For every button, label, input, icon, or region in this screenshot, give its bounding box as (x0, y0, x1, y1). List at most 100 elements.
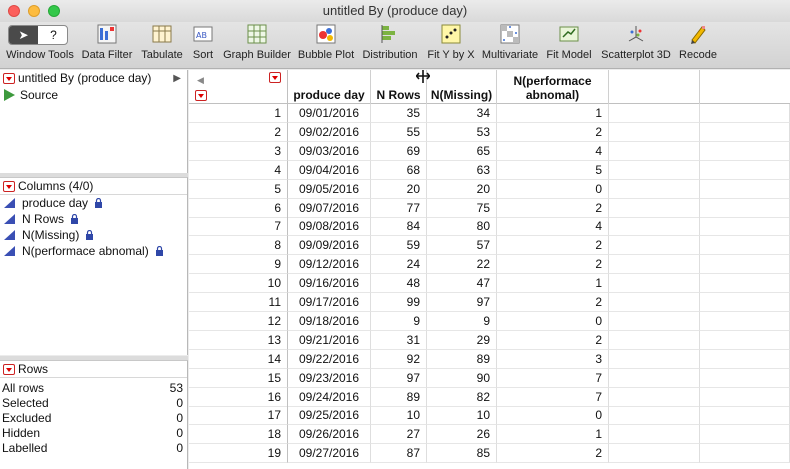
cell-n-rows[interactable]: 92 (371, 349, 427, 369)
cell-empty[interactable] (700, 330, 790, 350)
fit-model-button[interactable]: Fit Model (544, 23, 594, 67)
cell-n-rows[interactable]: 99 (371, 293, 427, 312)
cell-n-missing[interactable]: 82 (427, 387, 497, 407)
cell-produce-day[interactable]: 09/18/2016 (288, 311, 371, 331)
cell-n-missing[interactable]: 20 (427, 179, 497, 199)
cell-empty[interactable] (700, 160, 790, 180)
cell-empty[interactable] (609, 255, 700, 275)
cell-produce-day[interactable]: 09/09/2016 (288, 236, 371, 256)
cell-produce-day[interactable]: 09/25/2016 (288, 406, 371, 426)
cell-n-performace-abnomal[interactable]: 2 (497, 122, 609, 142)
cell-n-missing[interactable]: 75 (427, 198, 497, 218)
cell-empty[interactable] (609, 217, 700, 237)
cell-empty[interactable] (700, 122, 790, 142)
cell-produce-day[interactable]: 09/01/2016 (288, 104, 371, 123)
lock-icon[interactable] (94, 198, 103, 208)
window-tools-button[interactable]: Window Tools (4, 23, 76, 67)
cell-n-performace-abnomal[interactable]: 2 (497, 255, 609, 275)
cell-n-rows[interactable]: 35 (371, 104, 427, 123)
collapse-left-icon[interactable]: ◀ (197, 73, 204, 87)
fit-y-by-x-button[interactable]: Fit Y by X (424, 23, 478, 67)
row-number[interactable]: 6 (189, 198, 288, 218)
row-number[interactable]: 4 (189, 160, 288, 180)
cell-produce-day[interactable]: 09/07/2016 (288, 198, 371, 218)
cell-empty[interactable] (609, 179, 700, 199)
sort-button[interactable]: AB Sort (188, 23, 218, 67)
row-number[interactable]: 7 (189, 217, 288, 237)
distribution-button[interactable]: Distribution (360, 23, 420, 67)
cell-empty[interactable] (700, 274, 790, 294)
column-item-produce-day[interactable]: produce day (0, 195, 187, 211)
cell-n-performace-abnomal[interactable]: 2 (497, 236, 609, 256)
cell-n-rows[interactable]: 31 (371, 330, 427, 350)
row-number[interactable]: 3 (189, 141, 288, 161)
cell-empty[interactable] (700, 349, 790, 369)
cell-produce-day[interactable]: 09/24/2016 (288, 387, 371, 407)
lock-icon[interactable] (70, 214, 79, 224)
cell-n-missing[interactable]: 85 (427, 444, 497, 464)
cell-n-missing[interactable]: 57 (427, 236, 497, 256)
cell-empty[interactable] (700, 311, 790, 331)
cell-n-performace-abnomal[interactable]: 5 (497, 160, 609, 180)
cell-empty[interactable] (609, 311, 700, 331)
cell-produce-day[interactable]: 09/17/2016 (288, 293, 371, 312)
source-script[interactable]: Source (0, 87, 187, 103)
column-header-produce-day[interactable]: produce day (288, 70, 371, 104)
cell-produce-day[interactable]: 09/02/2016 (288, 122, 371, 142)
cell-empty[interactable] (609, 293, 700, 312)
cell-n-performace-abnomal[interactable]: 4 (497, 217, 609, 237)
columns-menu-icon[interactable] (3, 181, 15, 192)
cell-n-missing[interactable]: 10 (427, 406, 497, 426)
cell-n-missing[interactable]: 26 (427, 425, 497, 445)
cell-n-missing[interactable]: 80 (427, 217, 497, 237)
cell-produce-day[interactable]: 09/05/2016 (288, 179, 371, 199)
cell-n-performace-abnomal[interactable]: 2 (497, 330, 609, 350)
cell-n-missing[interactable]: 34 (427, 104, 497, 123)
cell-n-rows[interactable]: 87 (371, 444, 427, 464)
row-number[interactable]: 14 (189, 349, 288, 369)
cell-n-missing[interactable]: 9 (427, 311, 497, 331)
data-grid[interactable]: ◀ produce day N Rows N(Missing) N(perfor… (189, 70, 790, 469)
cell-produce-day[interactable]: 09/03/2016 (288, 141, 371, 161)
cell-n-rows[interactable]: 59 (371, 236, 427, 256)
cell-n-missing[interactable]: 53 (427, 122, 497, 142)
cell-n-rows[interactable]: 55 (371, 122, 427, 142)
cell-n-missing[interactable]: 47 (427, 274, 497, 294)
cell-n-missing[interactable]: 63 (427, 160, 497, 180)
cell-empty[interactable] (609, 387, 700, 407)
cell-produce-day[interactable]: 09/21/2016 (288, 330, 371, 350)
cell-produce-day[interactable]: 09/08/2016 (288, 217, 371, 237)
row-number[interactable]: 8 (189, 236, 288, 256)
cell-empty[interactable] (700, 255, 790, 275)
cell-empty[interactable] (609, 368, 700, 388)
cell-n-performace-abnomal[interactable]: 2 (497, 293, 609, 312)
row-header-corner[interactable]: ◀ (189, 70, 288, 104)
cell-n-missing[interactable]: 89 (427, 349, 497, 369)
cell-empty[interactable] (700, 406, 790, 426)
row-number[interactable]: 19 (189, 444, 288, 464)
cell-n-rows[interactable]: 9 (371, 311, 427, 331)
row-number[interactable]: 15 (189, 368, 288, 388)
cell-n-rows[interactable]: 84 (371, 217, 427, 237)
lock-icon[interactable] (155, 246, 164, 256)
cell-n-performace-abnomal[interactable]: 3 (497, 349, 609, 369)
cell-empty[interactable] (609, 141, 700, 161)
cell-n-missing[interactable]: 65 (427, 141, 497, 161)
cell-n-performace-abnomal[interactable]: 0 (497, 311, 609, 331)
row-number[interactable]: 9 (189, 255, 288, 275)
grid-columns-menu-icon[interactable] (269, 72, 281, 83)
cell-empty[interactable] (609, 349, 700, 369)
cell-n-missing[interactable]: 97 (427, 293, 497, 312)
cell-n-rows[interactable]: 69 (371, 141, 427, 161)
close-window-button[interactable] (8, 5, 20, 17)
cell-n-performace-abnomal[interactable]: 1 (497, 425, 609, 445)
table-menu-icon[interactable] (3, 73, 15, 84)
cell-empty[interactable] (609, 425, 700, 445)
tabulate-button[interactable]: Tabulate (138, 23, 186, 67)
scatterplot-3d-button[interactable]: Scatterplot 3D (598, 23, 674, 67)
lock-icon[interactable] (85, 230, 94, 240)
cell-n-rows[interactable]: 20 (371, 179, 427, 199)
zoom-window-button[interactable] (48, 5, 60, 17)
cell-empty[interactable] (609, 444, 700, 464)
cell-empty[interactable] (700, 293, 790, 312)
